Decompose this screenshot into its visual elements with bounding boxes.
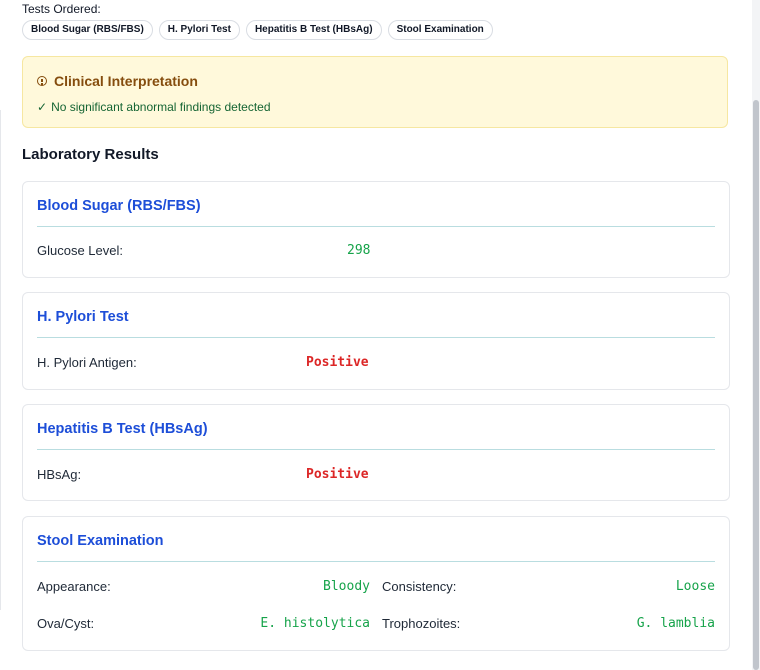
result-card-hepatitis-b: Hepatitis B Test (HBsAg) HBsAg: Positive bbox=[22, 404, 730, 501]
result-card-blood-sugar: Blood Sugar (RBS/FBS) Glucose Level: 298 bbox=[22, 181, 730, 278]
trophozoites-value: G. lamblia bbox=[636, 616, 715, 631]
test-chip-h-pylori: H. Pylori Test bbox=[158, 20, 240, 40]
card-divider bbox=[37, 226, 715, 227]
scrollbar-thumb[interactable] bbox=[753, 100, 759, 670]
h-pylori-antigen-value: Positive bbox=[306, 355, 369, 370]
check-icon: ✓ bbox=[37, 100, 48, 114]
glucose-level-label: Glucose Level: bbox=[37, 243, 123, 258]
hbsag-value: Positive bbox=[306, 467, 369, 482]
consistency-label: Consistency: bbox=[382, 579, 457, 594]
card-divider bbox=[37, 449, 715, 450]
trophozoites-label: Trophozoites: bbox=[382, 616, 461, 631]
interpretation-message: ✓ No significant abnormal findings detec… bbox=[37, 100, 271, 114]
laboratory-results-title: Laboratory Results bbox=[22, 146, 159, 163]
card-title: H. Pylori Test bbox=[37, 309, 129, 325]
card-divider bbox=[37, 337, 715, 338]
test-chip-blood-sugar: Blood Sugar (RBS/FBS) bbox=[22, 20, 153, 40]
alert-circle-icon bbox=[37, 76, 47, 86]
ova-cyst-label: Ova/Cyst: bbox=[37, 616, 95, 631]
hbsag-label: HBsAg: bbox=[37, 467, 82, 482]
tests-ordered-chips: Blood Sugar (RBS/FBS) H. Pylori Test Hep… bbox=[22, 20, 493, 40]
card-title: Hepatitis B Test (HBsAg) bbox=[37, 421, 208, 437]
card-title: Blood Sugar (RBS/FBS) bbox=[37, 198, 201, 214]
appearance-label: Appearance: bbox=[37, 579, 111, 594]
tests-ordered-label: Tests Ordered: bbox=[22, 2, 101, 16]
h-pylori-antigen-label: H. Pylori Antigen: bbox=[37, 355, 137, 370]
test-chip-hepatitis-b: Hepatitis B Test (HBsAg) bbox=[245, 20, 382, 40]
clinical-interpretation-title: Clinical Interpretation bbox=[54, 73, 198, 89]
appearance-value: Bloody bbox=[323, 579, 370, 594]
card-title: Stool Examination bbox=[37, 533, 164, 549]
glucose-level-value: 298 bbox=[347, 243, 371, 258]
ova-cyst-value: E. histolytica bbox=[260, 616, 370, 631]
report-content: Tests Ordered: Blood Sugar (RBS/FBS) H. … bbox=[0, 0, 752, 670]
interpretation-message-text: No significant abnormal findings detecte… bbox=[51, 100, 271, 114]
clinical-interpretation-box: Clinical Interpretation ✓ No significant… bbox=[22, 56, 728, 128]
result-card-h-pylori: H. Pylori Test H. Pylori Antigen: Positi… bbox=[22, 292, 730, 390]
consistency-value: Loose bbox=[675, 579, 715, 594]
card-divider bbox=[37, 561, 715, 562]
scrollbar-track[interactable] bbox=[752, 0, 760, 670]
test-chip-stool: Stool Examination bbox=[387, 20, 493, 40]
panel-left-border bbox=[0, 110, 1, 610]
result-card-stool: Stool Examination Appearance: Bloody Con… bbox=[22, 516, 730, 651]
clinical-interpretation-header: Clinical Interpretation bbox=[37, 73, 198, 89]
